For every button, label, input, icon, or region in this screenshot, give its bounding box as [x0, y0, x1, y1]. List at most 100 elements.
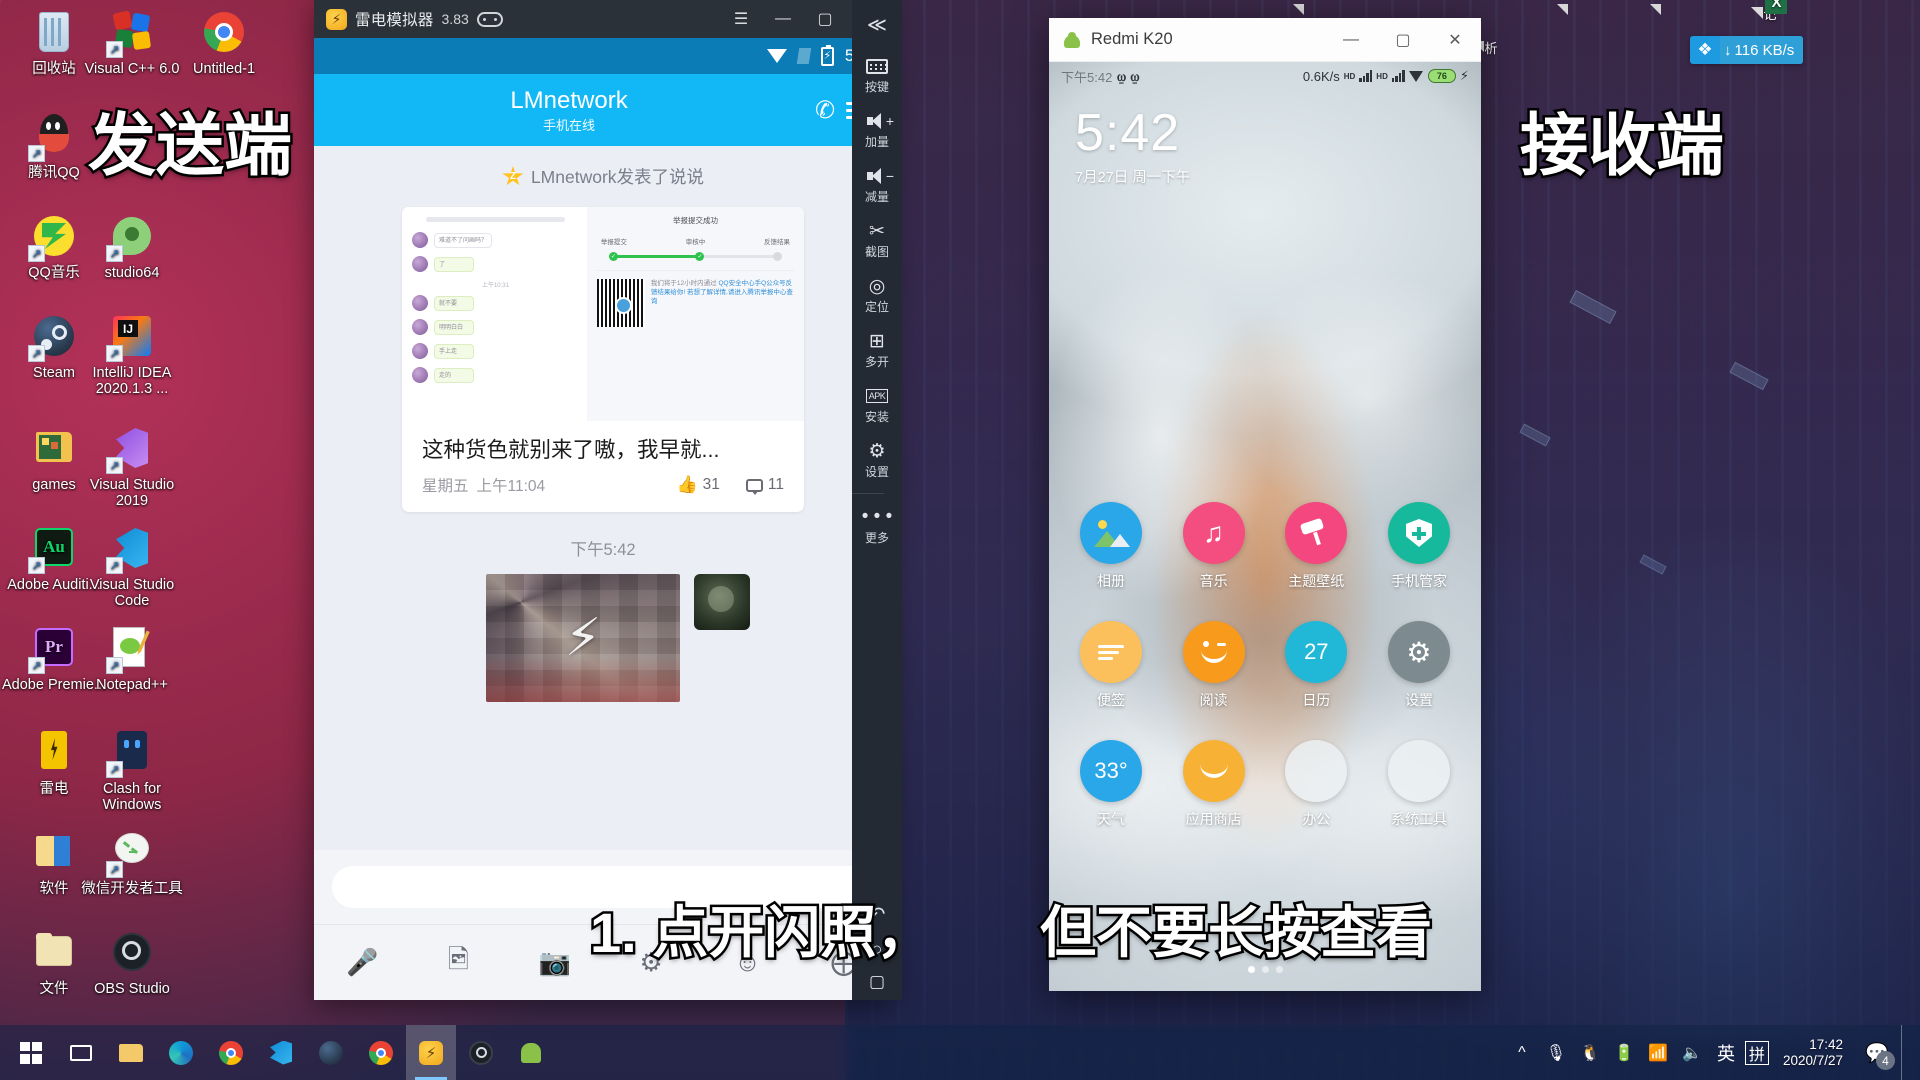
page-dot[interactable] — [1275, 966, 1283, 973]
taskbar-android-tool[interactable] — [506, 1025, 556, 1080]
ldplayer-logo-icon: ⚡ — [326, 8, 347, 30]
emulator-maximize-button[interactable]: ▢ — [804, 0, 846, 38]
like-group[interactable]: 👍 31 — [676, 475, 719, 495]
mic-icon[interactable]: 🎙 — [1541, 1025, 1571, 1080]
volume-icon[interactable]: 🔈 — [1677, 1025, 1707, 1080]
emulator-menu-button[interactable]: ☰ — [720, 0, 762, 38]
desktop-icon-obs-studio[interactable]: OBS Studio — [78, 928, 186, 997]
qq-chat-body[interactable]: Z LMnetwork发表了说说 难道不了问画吗？ 了 上午10:31 就不要 … — [314, 146, 892, 850]
desktop-icon-wechat-devtools[interactable]: 微信开发者工具 — [78, 828, 186, 897]
qzone-feed-card[interactable]: 难道不了问画吗？ 了 上午10:31 就不要 明明白白 手上走 走的 举报提交成… — [402, 207, 882, 844]
qq-input-bar[interactable] — [314, 850, 892, 924]
mic-icon[interactable]: 🎤 — [339, 940, 385, 986]
visual-studio-2019-icon — [106, 424, 156, 474]
app-security[interactable]: 手机管家 — [1375, 502, 1463, 591]
tray-expand-icon[interactable]: ^ — [1507, 1025, 1537, 1080]
phone-minimize-button[interactable]: — — [1325, 18, 1377, 61]
camera-icon[interactable]: 📷 — [532, 940, 578, 986]
app-office-folder[interactable]: 办公 — [1272, 740, 1360, 829]
image-icon[interactable]: 🖻 — [435, 940, 481, 986]
sidebar-item-screenshot[interactable]: ✂ 截图 — [852, 212, 902, 267]
back-arrow-icon[interactable]: ↶ — [869, 902, 886, 927]
app-themes[interactable]: 主题壁纸 — [1272, 502, 1360, 591]
desktop-icon-android-studio[interactable]: studio64 — [78, 212, 186, 281]
app-calendar[interactable]: 27 日历 — [1272, 621, 1360, 710]
taskbar-chrome2[interactable] — [356, 1025, 406, 1080]
taskbar-edge[interactable] — [156, 1025, 206, 1080]
message-input-field[interactable] — [332, 866, 874, 908]
sidebar-item-install-apk[interactable]: APK 安装 — [852, 377, 902, 432]
desktop-background[interactable] — [0, 0, 1920, 1080]
sender-avatar[interactable] — [694, 574, 750, 630]
app-system-tools-folder[interactable]: 系统工具 — [1375, 740, 1463, 829]
taskbar-ldplayer[interactable]: ⚡ — [406, 1025, 456, 1080]
sidebar-item-more[interactable]: • • • 更多 — [852, 498, 902, 553]
network-icon[interactable]: 📶 — [1643, 1025, 1673, 1080]
desktop-icon-notepad-plus-plus[interactable]: Notepad++ — [78, 624, 186, 693]
flash-photo-message-row[interactable]: ⚡ — [314, 574, 892, 702]
app-weather[interactable]: 33° 天气 — [1067, 740, 1155, 829]
comment-group[interactable]: 11 — [745, 476, 784, 495]
sidebar-item-location[interactable]: ◎ 定位 — [852, 267, 902, 322]
feed-screenshot-image[interactable]: 难道不了问画吗？ 了 上午10:31 就不要 明明白白 手上走 走的 举报提交成… — [402, 207, 882, 844]
sidebar-item-multi-instance[interactable]: ⊞ 多开 — [852, 322, 902, 377]
battery-icon[interactable]: 🔋 — [1609, 1025, 1639, 1080]
sticker-icon[interactable]: ☺ — [724, 940, 770, 986]
app-gallery[interactable]: 相册 — [1067, 502, 1155, 591]
ime-language-icon[interactable]: 英 — [1711, 1025, 1741, 1080]
page-dot[interactable] — [1261, 966, 1269, 973]
sidebar-item-settings[interactable]: ⚙ 设置 — [852, 432, 902, 487]
network-speed-badge[interactable]: ❖ ↓ 116 KB/s — [1690, 36, 1804, 64]
desktop-icon-chrome-untitled[interactable]: Untitled-1 — [170, 8, 278, 77]
app-settings[interactable]: ⚙ 设置 — [1375, 621, 1463, 710]
phone-call-icon[interactable]: ✆ — [808, 96, 842, 125]
taskbar-chrome[interactable] — [206, 1025, 256, 1080]
qq-bottom-toolbar[interactable]: 🎤 🖻 📷 ⚙ ☺ ⨁ — [314, 924, 892, 1000]
emulator-sidebar[interactable]: ≪ 按键 + 加量 − 减量 ✂ 截图 ◎ 定位 ⊞ 多开 APK 安装 ⚙ 设置 • • • 更多 ↶ ○ ▢ — [852, 0, 902, 1000]
show-desktop-button[interactable] — [1901, 1025, 1910, 1080]
scrcpy-phone-window[interactable]: Redmi K20 — ▢ ✕ 下午5:42 ⍹ ⍹ 0.6K/s HD HD … — [1049, 18, 1481, 991]
sidebar-item-volume-up[interactable]: + 加量 — [852, 102, 902, 157]
sidebar-item-keymap[interactable]: 按键 — [852, 47, 902, 102]
app-reading[interactable]: 阅读 — [1170, 621, 1258, 710]
desktop-icon-tencent-qq[interactable]: 腾讯QQ — [0, 112, 108, 181]
notification-center-button[interactable]: 💬 4 — [1857, 1025, 1897, 1080]
desktop-icon-clash-for-windows[interactable]: Clash for Windows — [78, 728, 186, 813]
desktop-icon-intellij-idea[interactable]: IJIntelliJ IDEA 2020.1.3 ... — [78, 312, 186, 397]
taskbar-explorer[interactable] — [106, 1025, 156, 1080]
taskbar-taskview[interactable] — [56, 1025, 106, 1080]
page-dot[interactable] — [1247, 966, 1255, 973]
notes-lines-icon — [1080, 621, 1142, 683]
windows-taskbar[interactable]: ⚡ ^ 🎙 🐧 🔋 📶 🔈 英 拼 17:42 2020/7/27 💬 4 — [0, 1025, 1920, 1080]
emulator-titlebar[interactable]: ⚡ 雷电模拟器 3.83 ☰ — ▢ ✕ — [314, 0, 892, 38]
taskbar-steam[interactable] — [306, 1025, 356, 1080]
chat-bubble: 手上走 — [434, 343, 474, 359]
taskbar-vscode[interactable] — [256, 1025, 306, 1080]
app-music[interactable]: ♫ 音乐 — [1170, 502, 1258, 591]
phone-titlebar[interactable]: Redmi K20 — ▢ ✕ — [1049, 18, 1481, 62]
gamepad-icon[interactable] — [476, 11, 503, 27]
ldplayer-window[interactable]: ⚡ 雷电模拟器 3.83 ☰ — ▢ ✕ ⚡ 5:42 LMnetwork 手机… — [314, 0, 1125, 1000]
sidebar-item-volume-down[interactable]: − 减量 — [852, 157, 902, 212]
desktop-icon-vscode[interactable]: Visual Studio Code — [78, 524, 186, 609]
excel-note-file[interactable]: X 记 — [1734, 0, 1806, 23]
qq-icon[interactable]: 🐧 — [1575, 1025, 1605, 1080]
home-icon[interactable]: ○ — [872, 939, 883, 960]
phone-screen[interactable]: 下午5:42 ⍹ ⍹ 0.6K/s HD HD 76 ⚡ 5:42 7月27日 … — [1049, 62, 1481, 991]
emulator-minimize-button[interactable]: — — [762, 0, 804, 38]
system-tray[interactable]: ^ 🎙 🐧 🔋 📶 🔈 英 拼 17:42 2020/7/27 💬 4 — [1507, 1025, 1914, 1080]
flash-photo-thumbnail[interactable]: ⚡ — [486, 574, 680, 702]
phone-maximize-button[interactable]: ▢ — [1377, 18, 1429, 61]
recents-icon[interactable]: ▢ — [869, 972, 885, 992]
taskbar-clock[interactable]: 17:42 2020/7/27 — [1773, 1037, 1853, 1069]
start-button[interactable] — [6, 1025, 56, 1080]
ime-pinyin-icon[interactable]: 拼 — [1744, 1040, 1769, 1065]
app-notes[interactable]: 便签 — [1067, 621, 1155, 710]
phone-close-button[interactable]: ✕ — [1429, 18, 1481, 61]
wifi-icon — [1408, 70, 1424, 82]
app-app-store[interactable]: 应用商店 — [1170, 740, 1258, 829]
desktop-icon-visual-studio-2019[interactable]: Visual Studio 2019 — [78, 424, 186, 509]
flash-photo-icon[interactable]: ⚙ — [628, 940, 674, 986]
taskbar-obs[interactable] — [456, 1025, 506, 1080]
collapse-sidebar-icon[interactable]: ≪ — [867, 6, 887, 47]
